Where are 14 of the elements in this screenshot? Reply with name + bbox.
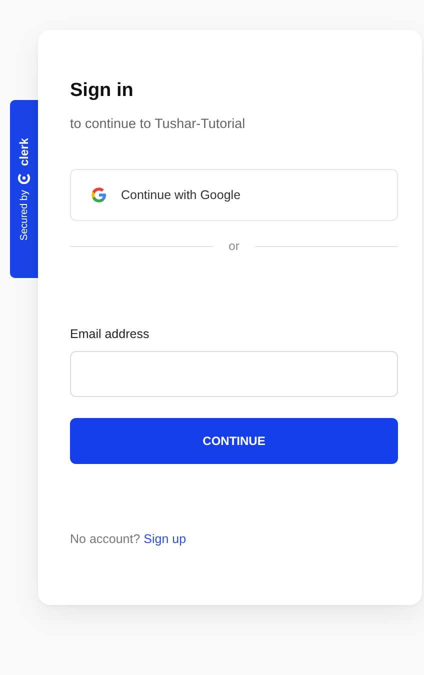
google-sign-in-button[interactable]: Continue with Google — [70, 169, 398, 221]
subtitle: to continue to Tushar-Tutorial — [70, 116, 246, 131]
clerk-logo-icon — [18, 172, 30, 184]
google-icon — [91, 187, 107, 203]
sign-up-prompt: No account? Sign up — [70, 532, 188, 546]
divider-label: or — [228, 239, 240, 253]
continue-button[interactable]: CONTINUE — [70, 418, 398, 464]
title: Sign in — [70, 80, 134, 102]
email-label: Email address — [70, 327, 150, 341]
email-field[interactable] — [70, 351, 398, 397]
brand-name: clerk — [17, 138, 31, 166]
badge-text: Secured by — [18, 190, 30, 240]
sign-up-link[interactable]: Sign up — [144, 532, 186, 546]
secured-by-badge[interactable]: Secured by clerk — [10, 100, 38, 278]
